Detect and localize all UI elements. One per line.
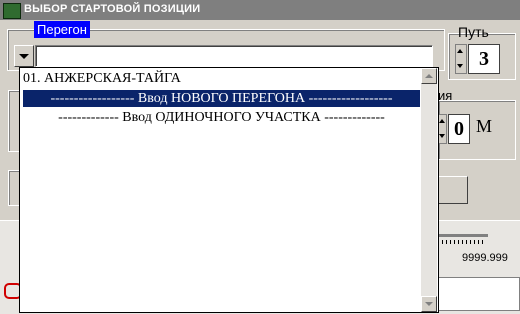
scale-ticks (438, 240, 486, 244)
path-label: Путь (458, 24, 489, 40)
peregon-label: Перегон (34, 21, 90, 38)
position-unit: М (476, 116, 493, 136)
spin-down-icon[interactable] (438, 129, 446, 142)
peregon-dropdown-button[interactable] (14, 45, 34, 67)
spin-up-icon[interactable] (456, 45, 464, 58)
start-position-window: ВЫБОР СТАРТОВОЙ ПОЗИЦИИ Перегон Путь 3 и… (0, 0, 520, 314)
title-bar: ВЫБОР СТАРТОВОЙ ПОЗИЦИИ (0, 0, 520, 20)
vertical-scrollbar[interactable] (421, 68, 437, 312)
list-item[interactable]: ------------- Ввод ОДИНОЧНОГО УЧАСТКА --… (23, 109, 420, 126)
scroll-up-icon[interactable] (421, 68, 437, 84)
list-item-selected[interactable]: ------------------ Ввод НОВОГО ПЕРЕГОНА … (23, 90, 420, 107)
path-spinner[interactable] (455, 44, 467, 74)
position-spinner[interactable] (438, 114, 447, 144)
scale-ruler (438, 234, 488, 244)
peregon-combo-input[interactable] (35, 45, 433, 67)
scroll-down-icon[interactable] (421, 296, 437, 312)
status-field (438, 277, 520, 311)
spin-up-icon[interactable] (438, 115, 446, 128)
scale-value: 9999.999 (462, 252, 508, 264)
scale-bar (438, 234, 488, 237)
position-value[interactable]: 0 (448, 114, 470, 144)
peregon-dropdown-list[interactable]: 01. АНЖЕРСКАЯ-ТАЙГА ------------------ В… (19, 67, 439, 313)
list-item[interactable]: 01. АНЖЕРСКАЯ-ТАЙГА (23, 70, 420, 87)
chevron-down-icon (19, 54, 29, 59)
app-icon (3, 3, 21, 19)
spin-down-icon[interactable] (456, 59, 464, 72)
action-button[interactable] (438, 176, 468, 204)
path-value[interactable]: 3 (468, 44, 500, 74)
window-title: ВЫБОР СТАРТОВОЙ ПОЗИЦИИ (24, 3, 201, 15)
position-label-partial: ия (438, 88, 453, 103)
